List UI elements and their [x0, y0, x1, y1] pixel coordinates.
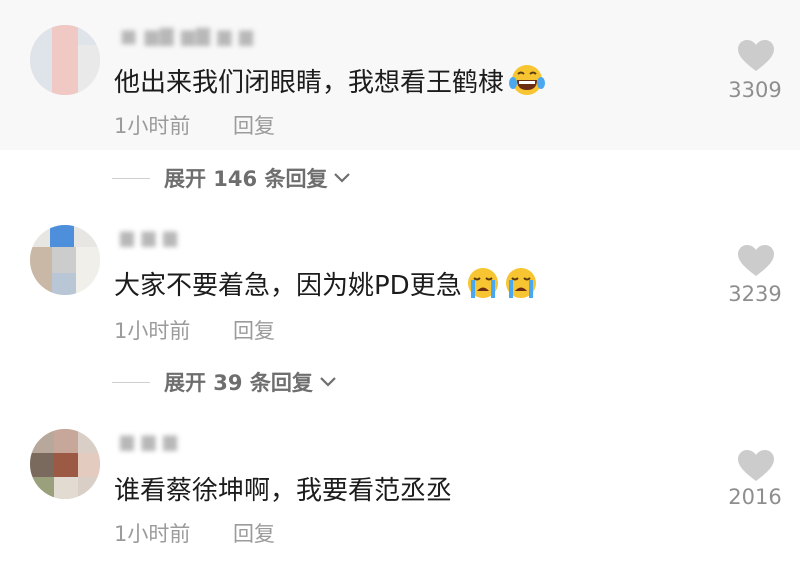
expand-replies-label: 展开 146 条回复 — [164, 167, 328, 191]
comment-text-content: 他出来我们闭眼睛，我想看王鹤棣 — [114, 68, 505, 98]
username[interactable]: ▆ ▆ ▆ — [120, 227, 178, 247]
expand-replies-button[interactable]: 展开 146 条回复 — [112, 163, 351, 193]
divider-line — [112, 177, 150, 179]
heart-icon[interactable] — [738, 450, 774, 482]
heart-icon[interactable] — [738, 245, 774, 277]
reply-button[interactable]: 回复 — [233, 110, 275, 140]
comment-text-content: 谁看蔡徐坤啊，我要看范丞丞 — [114, 476, 453, 506]
expand-replies-button[interactable]: 展开 39 条回复 — [112, 367, 337, 397]
crying-emoji-icon — [466, 266, 540, 307]
comment-time: 1小时前 — [114, 114, 191, 138]
reply-button[interactable]: 回复 — [233, 315, 275, 345]
username[interactable]: ■ ▆▇ ▆▇ ▆ ▆ — [120, 26, 254, 46]
comment-item: ■ ▆▇ ▆▇ ▆ ▆ 他出来我们闭眼睛，我想看王鹤棣 1小时前 回复 3309 — [0, 0, 800, 150]
divider-line — [112, 381, 150, 383]
comment-item: ▆ ▆ ▆ 谁看蔡徐坤啊，我要看范丞丞 1小时前 回复 2016 — [0, 415, 800, 571]
comment-time: 1小时前 — [114, 522, 191, 546]
avatar[interactable] — [30, 429, 100, 499]
laughing-tears-emoji-icon — [508, 63, 546, 104]
like-count: 3309 — [728, 78, 782, 102]
avatar[interactable] — [30, 25, 100, 95]
comment-item: ▆ ▆ ▆ 大家不要着急，因为姚PD更急 1小时前 回复 3239 — [0, 205, 800, 355]
avatar[interactable] — [30, 225, 100, 295]
chevron-down-icon — [320, 377, 336, 387]
username[interactable]: ▆ ▆ ▆ — [120, 431, 178, 451]
comment-text-content: 大家不要着急，因为姚PD更急 — [114, 271, 462, 301]
expand-replies-label: 展开 39 条回复 — [164, 371, 313, 395]
comment-text: 谁看蔡徐坤啊，我要看范丞丞 — [114, 470, 452, 507]
like-count: 2016 — [728, 485, 782, 509]
like-count: 3239 — [728, 282, 782, 306]
heart-icon[interactable] — [738, 40, 774, 72]
comment-text: 他出来我们闭眼睛，我想看王鹤棣 — [114, 62, 546, 104]
comment-time: 1小时前 — [114, 319, 191, 343]
comment-text: 大家不要着急，因为姚PD更急 — [114, 265, 540, 307]
reply-button[interactable]: 回复 — [233, 518, 275, 548]
chevron-down-icon — [334, 173, 351, 183]
